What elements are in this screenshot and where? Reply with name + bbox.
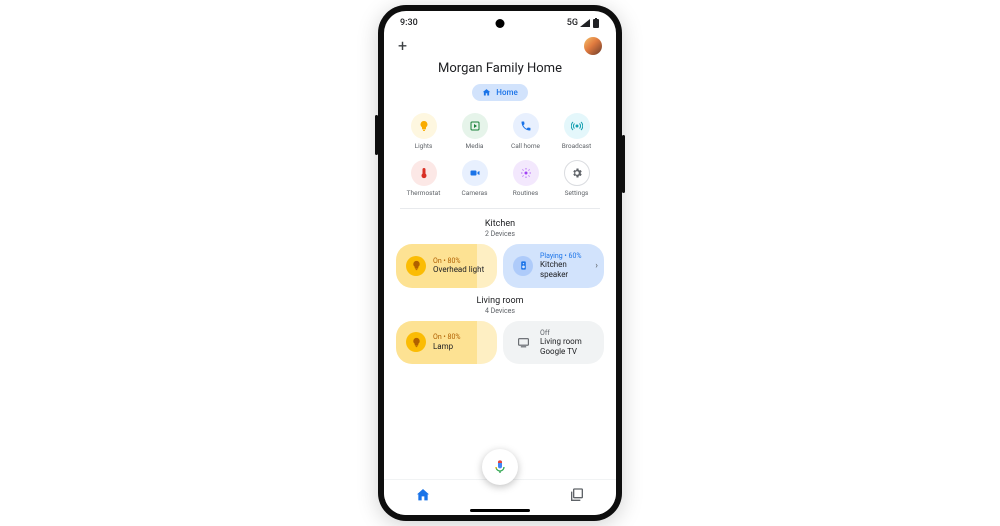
home-indicator — [470, 509, 530, 512]
battery-icon — [592, 18, 600, 28]
mic-icon — [492, 459, 508, 475]
nav-feed[interactable] — [557, 487, 597, 503]
room-name: Kitchen — [396, 219, 604, 229]
shortcut-broadcast[interactable]: Broadcast — [553, 113, 600, 150]
status-network-label: 5G — [567, 18, 578, 28]
room-kitchen: Kitchen 2 Devices On • 80% Overhead ligh… — [384, 219, 616, 296]
device-card-living-room-tv[interactable]: Off Living room Google TV — [503, 321, 604, 365]
bulb-icon — [411, 337, 422, 348]
home-icon — [415, 487, 431, 503]
home-chip[interactable]: Home — [472, 84, 527, 101]
shortcut-cameras[interactable]: Cameras — [451, 160, 498, 197]
home-chip-label: Home — [496, 88, 517, 97]
shortcut-label: Thermostat — [407, 190, 441, 197]
assistant-mic-fab[interactable] — [482, 449, 518, 485]
shortcut-label: Settings — [565, 190, 589, 197]
shortcut-settings[interactable]: Settings — [553, 160, 600, 197]
add-button[interactable]: + — [398, 38, 407, 54]
device-name: Overhead light — [433, 265, 484, 275]
device-card-lamp[interactable]: On • 80% Lamp — [396, 321, 497, 365]
shortcuts-grid: Lights Media Call home Broadcast Thermos… — [384, 101, 616, 206]
phone-frame: 9:30 5G + Morgan Family Home Home — [378, 5, 622, 521]
device-name: Lamp — [433, 342, 461, 352]
bulb-icon — [411, 260, 422, 271]
account-avatar[interactable] — [584, 37, 602, 55]
device-status: Off — [540, 329, 594, 337]
device-name: Living room Google TV — [540, 337, 594, 356]
shortcut-label: Routines — [513, 190, 538, 197]
home-icon — [482, 88, 491, 97]
broadcast-icon — [571, 120, 583, 132]
device-status: On • 80% — [433, 257, 484, 265]
phone-icon — [520, 120, 532, 132]
room-name: Living room — [396, 296, 604, 306]
nav-home[interactable] — [403, 487, 443, 503]
device-status: Playing • 60% — [540, 252, 594, 260]
camera-hole — [496, 19, 505, 28]
divider — [400, 208, 600, 209]
shortcut-label: Broadcast — [562, 143, 592, 150]
camera-icon — [469, 167, 481, 179]
room-device-count: 2 Devices — [396, 230, 604, 238]
shortcut-call-home[interactable]: Call home — [502, 113, 549, 150]
device-card-overhead-light[interactable]: On • 80% Overhead light — [396, 244, 497, 288]
device-name: Kitchen speaker — [540, 260, 594, 279]
room-device-count: 4 Devices — [396, 307, 604, 315]
gear-icon — [571, 167, 583, 179]
tv-icon — [517, 336, 530, 349]
top-bar: + — [384, 35, 616, 55]
shortcut-label: Lights — [415, 143, 433, 150]
thermo-icon — [418, 167, 430, 179]
shortcut-lights[interactable]: Lights — [400, 113, 447, 150]
content: + Morgan Family Home Home Lights Media — [384, 35, 616, 515]
shortcut-label: Call home — [511, 143, 540, 150]
shortcut-label: Media — [466, 143, 484, 150]
feed-icon — [569, 487, 585, 503]
speaker-icon — [518, 260, 529, 271]
bulb-icon — [418, 120, 430, 132]
play-icon — [469, 120, 481, 132]
status-time: 9:30 — [400, 18, 418, 28]
room-living-room: Living room 4 Devices On • 80% Lamp — [384, 296, 616, 373]
device-status: On • 80% — [433, 333, 461, 341]
status-indicators: 5G — [567, 18, 600, 28]
home-title: Morgan Family Home — [384, 61, 616, 76]
shortcut-label: Cameras — [462, 190, 488, 197]
shortcut-routines[interactable]: Routines — [502, 160, 549, 197]
shortcut-media[interactable]: Media — [451, 113, 498, 150]
signal-icon — [580, 19, 590, 27]
screen: 9:30 5G + Morgan Family Home Home — [384, 11, 616, 515]
device-card-kitchen-speaker[interactable]: Playing • 60% Kitchen speaker › — [503, 244, 604, 288]
chevron-right-icon: › — [595, 261, 598, 271]
shortcut-thermostat[interactable]: Thermostat — [400, 160, 447, 197]
routines-icon — [520, 167, 532, 179]
